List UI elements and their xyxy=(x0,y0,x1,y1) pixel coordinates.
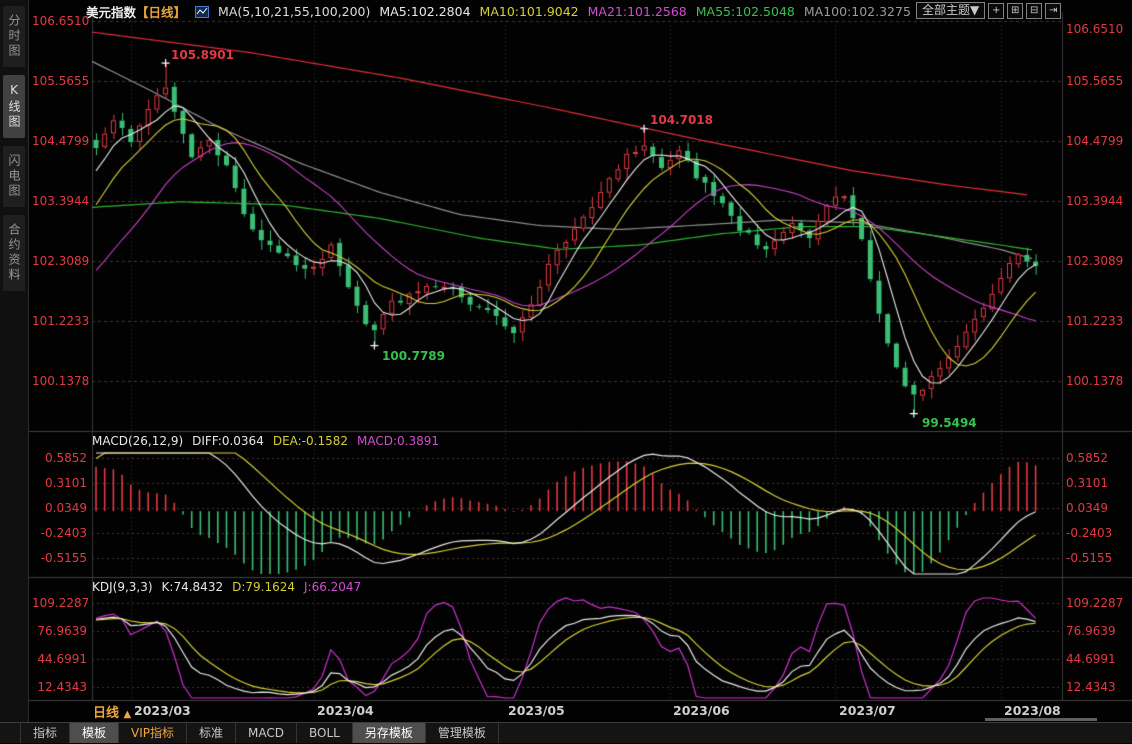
price-axis-label: 105.5655 xyxy=(1066,74,1121,88)
price-axis-label: 102.3089 xyxy=(32,254,87,268)
high-annotation: 104.7018 xyxy=(650,113,713,127)
kdj-axis-label: 12.4343 xyxy=(32,680,87,694)
zoom-in-icon[interactable]: ⊟ xyxy=(1026,3,1042,19)
fit-view-icon[interactable]: + xyxy=(988,3,1004,19)
price-axis-label: 100.1378 xyxy=(1066,374,1121,388)
sidebar-item-lightning-chart[interactable]: 闪电图 xyxy=(3,146,25,207)
ma100-value: MA100:102.3275 xyxy=(804,4,911,19)
header-controls: 全部主题▼ + ⊞ ⊟ ⇥ xyxy=(916,2,1061,19)
kdj-axis-label: 109.2287 xyxy=(1066,596,1121,610)
low-annotation: 99.5494 xyxy=(922,416,977,430)
kdj-j-value: J:66.2047 xyxy=(304,580,361,594)
macd-axis-label: -0.2403 xyxy=(1066,526,1121,540)
macd-diff-value: DIFF:0.0364 xyxy=(192,434,264,448)
price-axis-label: 101.2233 xyxy=(1066,314,1121,328)
price-axis-label: 101.2233 xyxy=(32,314,87,328)
macd-axis-label: 0.0349 xyxy=(32,501,87,515)
kdj-d-value: D:79.1624 xyxy=(232,580,295,594)
macd-macd-value: MACD:0.3891 xyxy=(357,434,439,448)
sidebar-item-contract-info[interactable]: 合约资料 xyxy=(3,215,25,291)
period-label: 【日线】 xyxy=(136,5,186,20)
ma21-value: MA21:101.2568 xyxy=(588,4,687,19)
symbol-title: 美元指数 xyxy=(86,5,136,20)
ma5-value: MA5:102.2804 xyxy=(379,4,470,19)
kline-chart-app: 分时图 K线图 闪电图 合约资料 美元指数【日线】 MA(5,10,21,55,… xyxy=(0,0,1132,744)
toolbar-item-vip-indicators[interactable]: VIP指标 xyxy=(119,723,187,743)
kdj-axis-label: 12.4343 xyxy=(1066,680,1121,694)
macd-axis-label: -0.2403 xyxy=(32,526,87,540)
kdj-params: KDJ(9,3,3) xyxy=(92,580,153,594)
triangle-up-icon: ▲ xyxy=(124,709,132,720)
ma-params-label: MA(5,10,21,55,100,200) xyxy=(218,4,370,19)
macd-axis-label: 0.3101 xyxy=(32,476,87,490)
macd-header: MACD(26,12,9) DIFF:0.0364 DEA:-0.1582 MA… xyxy=(92,434,439,448)
date-axis-label: 2023/04 xyxy=(317,703,374,718)
chart-canvas[interactable] xyxy=(29,0,1132,722)
high-annotation: 105.8901 xyxy=(171,48,234,62)
price-axis-label: 106.6510 xyxy=(1066,22,1121,36)
scrollbar-thumb[interactable] xyxy=(985,718,1097,721)
macd-axis-label: 0.3101 xyxy=(1066,476,1121,490)
sidebar-item-kline-chart[interactable]: K线图 xyxy=(3,75,25,138)
price-axis-label: 104.4799 xyxy=(1066,134,1121,148)
kdj-axis-label: 109.2287 xyxy=(32,596,87,610)
toolbar-item-macd[interactable]: MACD xyxy=(236,723,297,743)
macd-axis-label: -0.5155 xyxy=(1066,551,1121,565)
price-axis-label: 100.1378 xyxy=(32,374,87,388)
toolbar-item-template[interactable]: 模板 xyxy=(70,723,119,743)
sidebar-item-time-chart[interactable]: 分时图 xyxy=(3,6,25,67)
price-axis-label: 105.5655 xyxy=(32,74,87,88)
price-axis-label: 104.4799 xyxy=(32,134,87,148)
date-axis-label: 2023/07 xyxy=(839,703,896,718)
date-axis-label: 2023/08 xyxy=(1004,703,1061,718)
ma55-value: MA55:102.5048 xyxy=(696,4,795,19)
macd-axis-label: -0.5155 xyxy=(32,551,87,565)
macd-axis-label: 0.0349 xyxy=(1066,501,1121,515)
kdj-axis-label: 76.9639 xyxy=(32,624,87,638)
macd-dea-value: DEA:-0.1582 xyxy=(273,434,348,448)
price-axis-label: 103.3944 xyxy=(1066,194,1121,208)
kdj-axis-label: 44.6991 xyxy=(32,652,87,666)
period-selector-button[interactable]: 日线 ▲ xyxy=(93,702,131,721)
kdj-axis-label: 44.6991 xyxy=(1066,652,1121,666)
mini-chart-icon xyxy=(195,6,209,18)
price-axis-label: 103.3944 xyxy=(32,194,87,208)
date-axis-label: 2023/05 xyxy=(508,703,565,718)
date-axis-label: 2023/06 xyxy=(673,703,730,718)
bottom-toolbar: 指标 模板 VIP指标 标准 MACD BOLL 另存模板 管理模板 xyxy=(0,722,1132,743)
toolbar-item-save-template[interactable]: 另存模板 xyxy=(353,723,426,743)
kdj-axis-label: 76.9639 xyxy=(1066,624,1121,638)
toolbar-item-indicators[interactable]: 指标 xyxy=(20,723,70,743)
ma10-value: MA10:101.9042 xyxy=(480,4,579,19)
date-axis-label: 2023/03 xyxy=(134,703,191,718)
low-annotation: 100.7789 xyxy=(382,349,445,363)
macd-axis-label: 0.5852 xyxy=(1066,451,1121,465)
kdj-header: KDJ(9,3,3) K:74.8432 D:79.1624 J:66.2047 xyxy=(92,580,361,594)
toolbar-item-manage-template[interactable]: 管理模板 xyxy=(426,723,499,743)
toolbar-item-standard[interactable]: 标准 xyxy=(187,723,236,743)
chart-header: 美元指数【日线】 MA(5,10,21,55,100,200) MA5:102.… xyxy=(86,3,963,20)
macd-axis-label: 0.5852 xyxy=(32,451,87,465)
price-axis-label: 102.3089 xyxy=(1066,254,1121,268)
price-axis-label: 106.6510 xyxy=(32,14,87,28)
toolbar-item-boll[interactable]: BOLL xyxy=(297,723,353,743)
theme-dropdown-button[interactable]: 全部主题▼ xyxy=(916,2,985,19)
chart-type-sidebar: 分时图 K线图 闪电图 合约资料 xyxy=(0,0,29,722)
macd-params: MACD(26,12,9) xyxy=(92,434,183,448)
pan-right-icon[interactable]: ⇥ xyxy=(1045,3,1061,19)
zoom-out-icon[interactable]: ⊞ xyxy=(1007,3,1023,19)
kdj-k-value: K:74.8432 xyxy=(162,580,224,594)
